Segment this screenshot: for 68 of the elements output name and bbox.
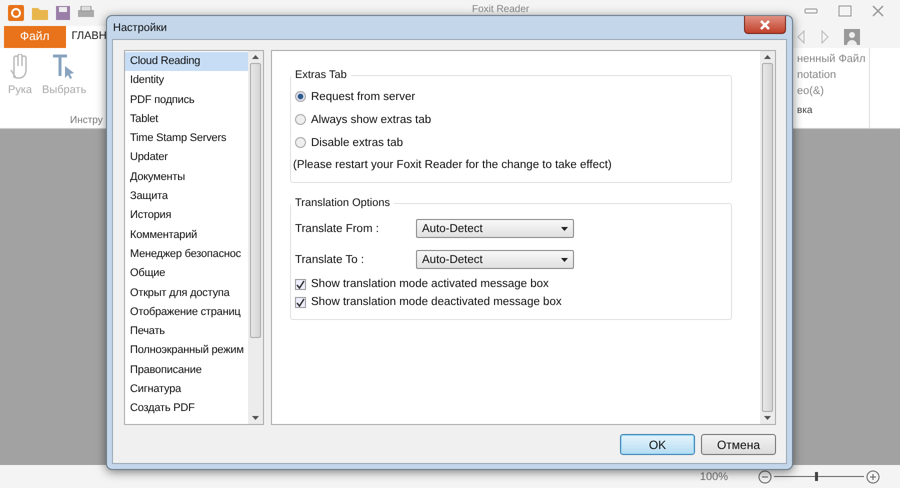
- scroll-up-icon[interactable]: [764, 55, 771, 59]
- category-item[interactable]: Правописание: [125, 360, 248, 380]
- dialog-button[interactable]: OK: [620, 434, 695, 455]
- ribbon-item[interactable]: notation: [797, 69, 869, 81]
- folder-icon[interactable]: [32, 6, 48, 20]
- close-icon: [759, 20, 771, 30]
- app-logo-icon[interactable]: [8, 5, 24, 21]
- close-icon[interactable]: [872, 5, 884, 17]
- language-dropdown[interactable]: Auto-Detect: [416, 219, 574, 238]
- group-title: Extras Tab: [294, 69, 348, 81]
- category-item[interactable]: Документы: [125, 168, 248, 188]
- scroll-down-icon[interactable]: [764, 416, 771, 420]
- radio-label: Disable extras tab: [311, 136, 404, 148]
- radio-label: Request from server: [311, 90, 416, 102]
- print-icon[interactable]: [78, 6, 94, 20]
- back-icon[interactable]: [796, 30, 806, 44]
- category-item[interactable]: Создать PDF: [125, 399, 248, 419]
- close-button[interactable]: [744, 16, 786, 34]
- category-item[interactable]: Cloud Reading: [125, 52, 248, 72]
- checkbox-label: Show translation mode activated message box: [311, 278, 549, 290]
- field-label: Translate To :: [295, 254, 366, 266]
- ribbon-item[interactable]: ео(&): [797, 85, 869, 97]
- category-item[interactable]: Менеджер безопаснос: [125, 244, 248, 264]
- radio-label: Always show extras tab: [311, 114, 432, 126]
- minimize-icon[interactable]: [804, 6, 818, 16]
- dropdown-arrow-icon: [561, 226, 568, 230]
- group-label: Инстру: [70, 115, 103, 126]
- radio-button[interactable]: [295, 137, 306, 148]
- category-item[interactable]: PDF подпись: [125, 90, 248, 110]
- category-item[interactable]: Полноэкранный режим: [125, 341, 248, 361]
- zoom-value: 100%: [700, 470, 728, 482]
- category-item[interactable]: Time Stamp Servers: [125, 129, 248, 148]
- checkbox-label: Show translation mode deactivated message box: [311, 296, 562, 308]
- user-icon[interactable]: [844, 29, 860, 45]
- category-item[interactable]: Открыт для доступа: [125, 284, 248, 303]
- category-item[interactable]: Tablet: [125, 110, 248, 130]
- scroll-down-icon[interactable]: [252, 416, 259, 420]
- save-icon[interactable]: [56, 6, 70, 20]
- maximize-icon[interactable]: [838, 5, 852, 17]
- category-item[interactable]: Защита: [125, 187, 248, 206]
- forward-icon[interactable]: [820, 30, 830, 44]
- dropdown-arrow-icon: [561, 258, 568, 262]
- checkbox[interactable]: [295, 278, 306, 290]
- scrollbar[interactable]: [760, 51, 775, 424]
- category-item[interactable]: Сигнатура: [125, 380, 248, 400]
- zoom-out-icon[interactable]: [758, 470, 772, 484]
- ribbon-item[interactable]: ненный Файл: [797, 53, 869, 65]
- category-item[interactable]: Общие: [125, 264, 248, 284]
- group-title: Translation Options: [294, 197, 391, 209]
- category-item[interactable]: Отображение страниц: [125, 302, 248, 322]
- category-item[interactable]: Комментарий: [125, 226, 248, 245]
- language-dropdown[interactable]: Auto-Detect: [416, 250, 574, 269]
- category-item[interactable]: История: [125, 206, 248, 226]
- scrollbar[interactable]: [248, 51, 263, 424]
- checkbox[interactable]: [295, 296, 306, 308]
- window-title: Foxit Reader: [472, 5, 530, 15]
- dialog-title: Настройки: [113, 22, 167, 34]
- radio-button[interactable]: [295, 114, 306, 125]
- dialog-button[interactable]: Отмена: [701, 434, 776, 455]
- group-label: вка: [797, 105, 814, 116]
- scroll-up-icon[interactable]: [252, 55, 259, 59]
- restart-note: (Please restart your Foxit Reader for the change to take effect): [293, 158, 613, 173]
- category-item[interactable]: Identity: [125, 71, 248, 91]
- category-item[interactable]: Updater: [125, 148, 248, 168]
- radio-button[interactable]: [295, 91, 306, 102]
- category-item[interactable]: Печать: [125, 322, 248, 342]
- field-label: Translate From :: [295, 222, 380, 234]
- zoom-in-icon[interactable]: [866, 470, 880, 484]
